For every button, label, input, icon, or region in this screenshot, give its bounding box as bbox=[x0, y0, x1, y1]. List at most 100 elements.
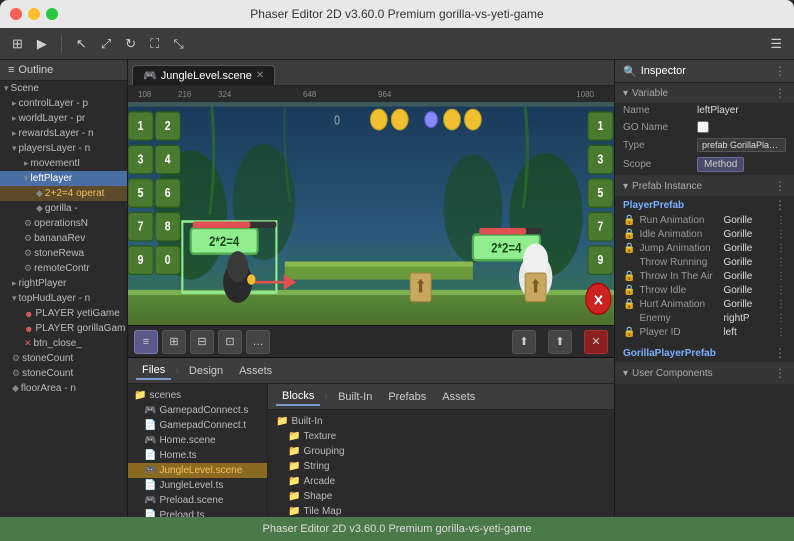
file-preload-scene[interactable]: 🎮 Preload.scene bbox=[128, 493, 267, 508]
block-shape[interactable]: 📁 Shape bbox=[272, 489, 610, 504]
outline-tree[interactable]: ▾Scene ▸controlLayer - p ▸worldLayer - p… bbox=[0, 81, 127, 517]
tree-btn-close[interactable]: ✕btn_close_ bbox=[0, 336, 127, 351]
anim-btn-1[interactable]: ⋮ bbox=[776, 229, 786, 240]
prefab-name-menu[interactable]: ⋮ bbox=[774, 198, 786, 212]
tree-controllayer[interactable]: ▸controlLayer - p bbox=[0, 96, 127, 111]
tree-stone[interactable]: ⚙stoneRewa bbox=[0, 246, 127, 261]
anim-btn-3[interactable]: ⋮ bbox=[776, 257, 786, 268]
tree-stonecount2[interactable]: ⚙stoneCount bbox=[0, 366, 127, 381]
scene-tool-up1[interactable]: ⬆ bbox=[512, 330, 536, 354]
anim-btn-7[interactable]: ⋮ bbox=[776, 313, 786, 324]
tree-floorarea[interactable]: ◆floorArea - n bbox=[0, 381, 127, 396]
toolbar-cursor-btn[interactable]: ↖ bbox=[72, 34, 91, 54]
variable-section-header[interactable]: ▾ Variable ⋮ bbox=[615, 83, 794, 103]
anim-label-6: Hurt Animation bbox=[639, 299, 719, 310]
blocks-tab-blocks[interactable]: Blocks bbox=[276, 388, 320, 406]
files-tab-assets[interactable]: Assets bbox=[233, 363, 278, 379]
tree-banana[interactable]: ⚙bananaRev bbox=[0, 231, 127, 246]
block-string[interactable]: 📁 String bbox=[272, 459, 610, 474]
tree-gorilla-player[interactable]: ☻PLAYER gorillaGam bbox=[0, 321, 127, 336]
files-tab-bar: Files › Design Assets bbox=[128, 358, 614, 384]
tree-remote[interactable]: ⚙remoteContr bbox=[0, 261, 127, 276]
blocks-tab-prefabs[interactable]: Prefabs bbox=[382, 389, 432, 405]
maximize-button[interactable] bbox=[46, 8, 58, 20]
file-scenes-folder[interactable]: 📁 scenes bbox=[128, 388, 267, 403]
tree-tophud[interactable]: ▾topHudLayer - n bbox=[0, 291, 127, 306]
anim-btn-6[interactable]: ⋮ bbox=[776, 299, 786, 310]
toolbar-move-btn[interactable]: ⤢ bbox=[97, 34, 115, 54]
scene-tool-up2[interactable]: ⬆ bbox=[548, 330, 572, 354]
block-tilemap[interactable]: 📁 Tile Map bbox=[272, 504, 610, 517]
tree-stone-label: stoneRewa bbox=[34, 248, 84, 259]
toolbar-rotate-btn[interactable]: ↻ bbox=[121, 34, 140, 54]
file-gamepad2[interactable]: 📄 GamepadConnect.t bbox=[128, 418, 267, 433]
gorilla-prefab-menu[interactable]: ⋮ bbox=[774, 346, 786, 360]
scene-tab[interactable]: 🎮 JungleLevel.scene ✕ bbox=[132, 65, 275, 85]
anim-btn-5[interactable]: ⋮ bbox=[776, 285, 786, 296]
app-body: ≡ Outline ▾Scene ▸controlLayer - p ▸worl… bbox=[0, 60, 794, 517]
grouping-label: Grouping bbox=[303, 446, 344, 457]
toolbar-menu-btn[interactable]: ☰ bbox=[766, 34, 786, 54]
block-grouping[interactable]: 📁 Grouping bbox=[272, 444, 610, 459]
user-components-menu[interactable]: ⋮ bbox=[774, 366, 786, 380]
files-tab-files[interactable]: Files bbox=[136, 362, 171, 380]
anim-btn-8[interactable]: ⋮ bbox=[776, 327, 786, 338]
blocks-content[interactable]: 📁 Built-In 📁 Texture 📁 Grouping bbox=[268, 410, 614, 517]
scene-tool-close[interactable]: ✕ bbox=[584, 330, 608, 354]
toolbar-zoom-btn[interactable]: ⛶ bbox=[146, 34, 163, 54]
prefab-chevron: ▾ bbox=[623, 181, 628, 192]
file-gamepad1[interactable]: 🎮 GamepadConnect.s bbox=[128, 403, 267, 418]
scene-viewport[interactable]: 108 216 324 648 964 1080 bbox=[128, 86, 614, 357]
blocks-tab-assets[interactable]: Assets bbox=[436, 389, 481, 405]
tree-operation[interactable]: ◆2+2=4 operat bbox=[0, 186, 127, 201]
block-texture[interactable]: 📁 Texture bbox=[272, 429, 610, 444]
user-components-header[interactable]: ▾ User Components ⋮ bbox=[615, 363, 794, 383]
scene-tool-snap[interactable]: ⊡ bbox=[218, 330, 242, 354]
anim-btn-4[interactable]: ⋮ bbox=[776, 271, 786, 282]
minimize-button[interactable] bbox=[28, 8, 40, 20]
svg-text:5: 5 bbox=[138, 186, 144, 200]
toolbar-play-btn[interactable]: ▶ bbox=[33, 34, 51, 54]
scene-tool-minus[interactable]: ⊟ bbox=[190, 330, 214, 354]
file-preload-ts[interactable]: 📄 Preload.ts bbox=[128, 508, 267, 517]
files-tree[interactable]: 📁 scenes 🎮 GamepadConnect.s 📄 GamepadCon… bbox=[128, 384, 268, 517]
tree-playerslayer[interactable]: ▾playersLayer - n bbox=[0, 141, 127, 156]
scene-tool-grid[interactable]: ⊞ bbox=[162, 330, 186, 354]
block-builtin[interactable]: 📁 Built-In bbox=[272, 414, 610, 429]
tree-operations[interactable]: ⚙operationsN bbox=[0, 216, 127, 231]
scene-tool-more[interactable]: … bbox=[246, 330, 270, 354]
tree-rewardslayer[interactable]: ▸rewardsLayer - n bbox=[0, 126, 127, 141]
tree-rightplayer[interactable]: ▸rightPlayer bbox=[0, 276, 127, 291]
tree-scene[interactable]: ▾Scene bbox=[0, 81, 127, 96]
prefab-section-menu[interactable]: ⋮ bbox=[774, 179, 786, 193]
tree-stonecount1[interactable]: ⚙stoneCount bbox=[0, 351, 127, 366]
goname-checkbox[interactable] bbox=[697, 121, 709, 133]
close-button[interactable] bbox=[10, 8, 22, 20]
anim-label-3: Throw Running bbox=[639, 257, 719, 268]
tree-leftplayer[interactable]: ▾leftPlayer bbox=[0, 171, 127, 186]
file-home-ts[interactable]: 📄 Home.ts bbox=[128, 448, 267, 463]
scene-tool-align[interactable]: ≡ bbox=[134, 330, 158, 354]
tree-worldlayer[interactable]: ▸worldLayer - pr bbox=[0, 111, 127, 126]
anim-btn-0[interactable]: ⋮ bbox=[776, 215, 786, 226]
anim-label-1: Idle Animation bbox=[639, 229, 719, 240]
block-arcade[interactable]: 📁 Arcade bbox=[272, 474, 610, 489]
scope-btn[interactable]: Method bbox=[697, 157, 744, 172]
toolbar-grid-btn[interactable]: ⊞ bbox=[8, 34, 27, 54]
variable-menu[interactable]: ⋮ bbox=[774, 86, 786, 100]
scene-tab-close[interactable]: ✕ bbox=[256, 70, 264, 81]
tree-movement[interactable]: ▸movementI bbox=[0, 156, 127, 171]
blocks-tab-builtin[interactable]: Built-In bbox=[332, 389, 378, 405]
tree-gorilla[interactable]: ◆gorilla - bbox=[0, 201, 127, 216]
prefab-section-header[interactable]: ▾ Prefab Instance ⋮ bbox=[615, 176, 794, 196]
toolbar-fit-btn[interactable]: ⤡ bbox=[169, 34, 187, 54]
anim-btn-2[interactable]: ⋮ bbox=[776, 243, 786, 254]
file-jungle-ts[interactable]: 📄 JungleLevel.ts bbox=[128, 478, 267, 493]
inspector-menu[interactable]: ⋮ bbox=[774, 64, 786, 78]
file-jungle-scene[interactable]: 🎮 JungleLevel.scene bbox=[128, 463, 267, 478]
svg-text:3: 3 bbox=[598, 152, 604, 166]
file-home-scene[interactable]: 🎮 Home.scene bbox=[128, 433, 267, 448]
files-tab-design[interactable]: Design bbox=[183, 363, 229, 379]
tree-yeti-player[interactable]: ☻PLAYER yetiGame bbox=[0, 306, 127, 321]
lock-icon-8: 🔒 bbox=[623, 327, 635, 338]
